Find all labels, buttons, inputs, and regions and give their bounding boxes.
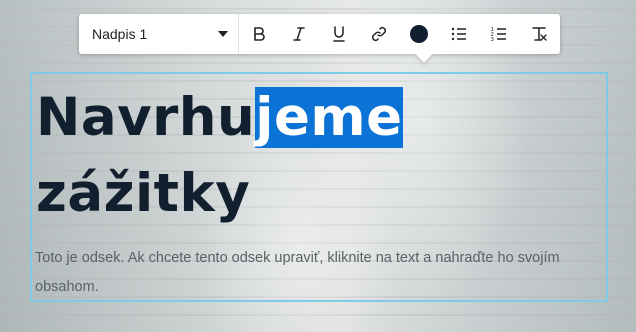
numbered-list-button[interactable]: 1 2 3 bbox=[479, 14, 519, 54]
numbered-list-icon: 1 2 3 bbox=[491, 27, 506, 43]
bold-button[interactable] bbox=[239, 14, 279, 54]
clear-format-button[interactable] bbox=[519, 14, 559, 54]
text-style-select[interactable]: Nadpis 1 bbox=[79, 14, 239, 54]
clear-format-icon bbox=[532, 27, 547, 41]
svg-text:3: 3 bbox=[491, 37, 495, 43]
link-icon bbox=[371, 26, 387, 42]
link-button[interactable] bbox=[359, 14, 399, 54]
paragraph-text[interactable]: Toto je odsek. Ak chcete tento odsek upr… bbox=[35, 244, 605, 302]
bold-icon bbox=[254, 27, 265, 41]
italic-button[interactable] bbox=[279, 14, 319, 54]
heading-selected-text: jeme bbox=[255, 87, 403, 148]
heading-text[interactable]: Navrhujeme zážitky bbox=[36, 80, 403, 232]
underline-button[interactable] bbox=[319, 14, 359, 54]
text-style-value: Nadpis 1 bbox=[92, 26, 148, 42]
text-block-editor[interactable]: Navrhujeme zážitky Toto je odsek. Ak chce… bbox=[30, 72, 608, 302]
caret-down-icon bbox=[218, 31, 228, 37]
bullet-list-icon bbox=[451, 27, 466, 41]
heading-plain-text: Navrhu bbox=[36, 87, 256, 148]
text-color-button[interactable] bbox=[399, 14, 439, 54]
underline-icon bbox=[333, 26, 345, 42]
italic-icon bbox=[293, 27, 305, 41]
bullet-list-button[interactable] bbox=[439, 14, 479, 54]
color-swatch-icon bbox=[410, 25, 428, 43]
heading-line-2: zážitky bbox=[36, 163, 251, 224]
text-format-toolbar: Nadpis 1 1 2 3 bbox=[79, 14, 560, 63]
